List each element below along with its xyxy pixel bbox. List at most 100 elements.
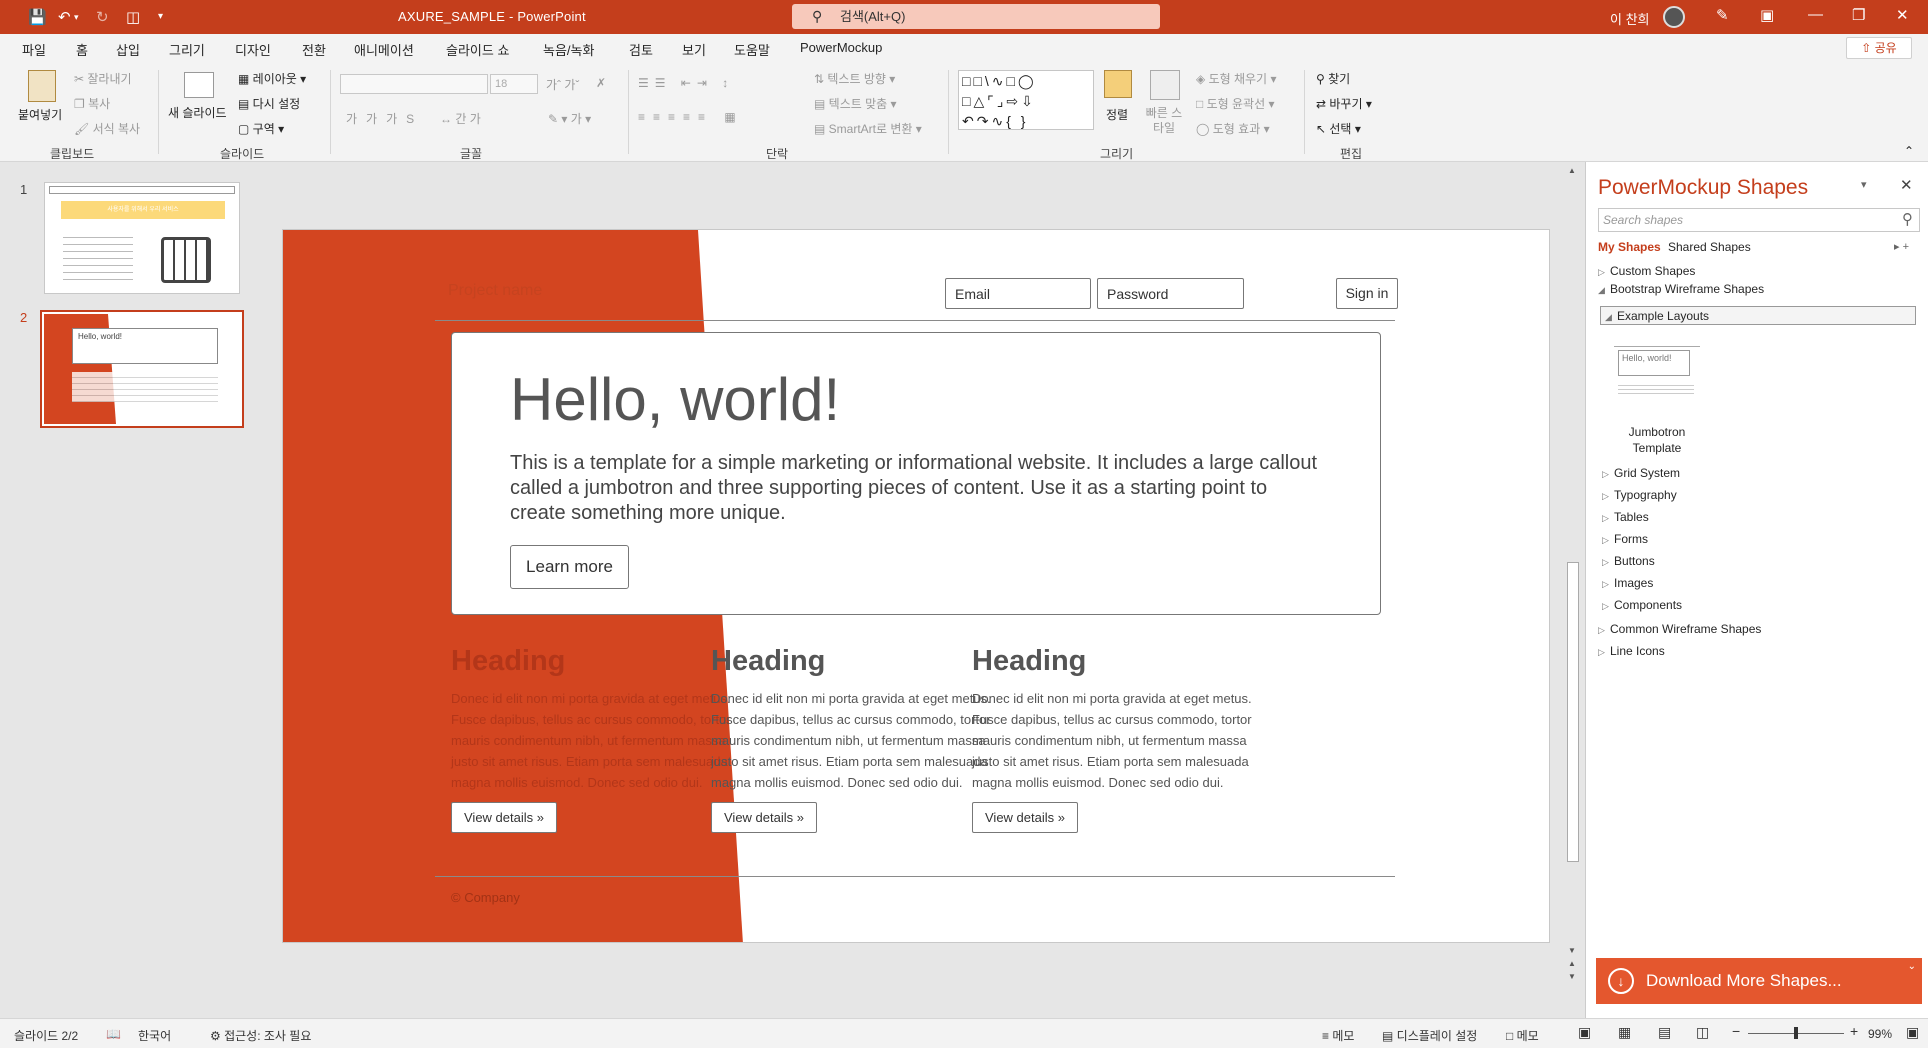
char-spacing-icon[interactable]: ↔ 간 가 [440, 110, 481, 127]
slide-sorter-icon[interactable]: ▦ [1618, 1024, 1631, 1041]
password-input[interactable]: Password [1097, 278, 1244, 309]
slideshow-view-icon[interactable]: ◫ [1696, 1024, 1709, 1041]
tab-slideshow[interactable]: 슬라이드 쇼 [446, 40, 509, 59]
slide[interactable]: Project name Email Password Sign in Hell… [282, 229, 1550, 943]
tree-typography[interactable]: ▷ Typography [1602, 488, 1677, 502]
tree-grid-system[interactable]: ▷ Grid System [1602, 466, 1680, 480]
reset-button[interactable]: ▤ 다시 설정 [238, 95, 300, 112]
quick-styles-button[interactable]: 빠른 스타일 [1144, 106, 1184, 136]
font-name-combo[interactable] [340, 74, 488, 94]
scrollbar-thumb[interactable] [1567, 562, 1579, 862]
shape-effects-button[interactable]: ◯ 도형 효과 ▾ [1196, 120, 1270, 137]
share-button[interactable]: ⇧ 공유 [1846, 37, 1912, 59]
search-box[interactable]: ⚲ 검색(Alt+Q) [792, 4, 1160, 29]
minimize-icon[interactable]: — [1808, 6, 1823, 23]
tree-tables[interactable]: ▷ Tables [1602, 510, 1649, 524]
tab-draw[interactable]: 그리기 [169, 40, 205, 59]
list-buttons[interactable]: ☰☰ ⇤⇥ ↕ [638, 76, 734, 90]
pane-close-icon[interactable]: ✕ [1900, 176, 1913, 194]
tab-view[interactable]: 보기 [682, 40, 706, 59]
tab-scroll-icon[interactable]: ▸ + [1894, 240, 1909, 253]
language[interactable]: 한국어 [138, 1027, 171, 1044]
view-details-button[interactable]: View details » [451, 802, 557, 833]
find-button[interactable]: ⚲ 찾기 [1316, 70, 1350, 87]
tab-powermockup[interactable]: PowerMockup [800, 40, 882, 55]
tree-images[interactable]: ▷ Images [1602, 576, 1653, 590]
customize-qat-icon[interactable]: ▾ [158, 11, 163, 22]
arrange-button[interactable]: 정렬 [1106, 106, 1128, 123]
jumbotron[interactable]: Hello, world! This is a template for a s… [451, 332, 1381, 615]
download-more-shapes-button[interactable]: ↓ Download More Shapes... ⌄ [1596, 958, 1922, 1004]
font-size-combo[interactable]: 18 [490, 74, 538, 94]
tree-line-icons[interactable]: ▷ Line Icons [1598, 644, 1665, 658]
zoom-slider-thumb[interactable] [1794, 1027, 1798, 1039]
slide-thumbnail-2[interactable]: Hello, world! [40, 310, 244, 428]
avatar[interactable] [1663, 6, 1685, 28]
paste-icon[interactable] [28, 70, 56, 102]
redo-icon[interactable]: ↻ [96, 8, 109, 26]
text-direction-button[interactable]: ⇅ 텍스트 방향 ▾ [814, 70, 895, 87]
copy-button[interactable]: ❐ 복사 [74, 95, 110, 112]
shapes-search-input[interactable]: Search shapes [1598, 208, 1920, 232]
tree-forms[interactable]: ▷ Forms [1602, 532, 1648, 546]
restore-icon[interactable]: ❐ [1852, 6, 1865, 24]
grow-font-icon[interactable]: 가ˆ 가ˇ [546, 76, 579, 93]
section-button[interactable]: ▢ 구역 ▾ [238, 120, 284, 137]
tab-insert[interactable]: 삽입 [116, 40, 140, 59]
display-settings-button[interactable]: ▤ 디스플레이 설정 [1382, 1027, 1477, 1044]
fit-slide-icon[interactable]: ▣ [1906, 1024, 1919, 1041]
spellcheck-icon[interactable]: 📖 [106, 1027, 121, 1041]
zoom-in-icon[interactable]: + [1850, 1023, 1858, 1039]
quick-styles-icon[interactable] [1150, 70, 1180, 100]
jumbotron-template-shape[interactable]: Hello, world! [1614, 342, 1700, 402]
content-column-3[interactable]: Heading Donec id elit non mi porta gravi… [972, 645, 1268, 833]
tab-review[interactable]: 검토 [629, 40, 653, 59]
tree-components[interactable]: ▷ Components [1602, 598, 1682, 612]
accessibility-status[interactable]: ⚙ 접근성: 조사 필요 [210, 1027, 311, 1044]
shape-outline-button[interactable]: □ 도형 윤곽선 ▾ [1196, 95, 1275, 112]
new-slide-button[interactable]: 새 슬라이드 [168, 104, 227, 121]
new-slide-icon[interactable] [184, 72, 214, 98]
replace-button[interactable]: ⇄ 바꾸기 ▾ [1316, 95, 1372, 112]
smartart-button[interactable]: ▤ SmartArt로 변환 ▾ [814, 120, 922, 137]
ribbon-display-icon[interactable]: ▣ [1760, 6, 1774, 24]
project-name[interactable]: Project name [448, 282, 542, 300]
scroll-page-icons[interactable]: ▼ ▲ ▼ [1568, 944, 1576, 983]
slide-thumbnail-1[interactable]: 사용자를 위해서 우리 서비스 [44, 182, 240, 294]
tab-record[interactable]: 녹음/녹화 [543, 40, 594, 59]
tab-shared-shapes[interactable]: Shared Shapes [1668, 240, 1751, 254]
save-icon[interactable]: 💾 [28, 8, 47, 26]
email-input[interactable]: Email [945, 278, 1091, 309]
tree-common-wireframe[interactable]: ▷ Common Wireframe Shapes [1598, 622, 1761, 636]
zoom-level[interactable]: 99% [1868, 1027, 1892, 1041]
tree-custom-shapes[interactable]: ▷ Custom Shapes [1598, 264, 1695, 278]
font-style-buttons[interactable]: 가가가S [346, 110, 423, 127]
content-column-1[interactable]: Heading Donec id elit non mi porta gravi… [451, 645, 747, 833]
tree-bootstrap[interactable]: ◢ Bootstrap Wireframe Shapes [1598, 282, 1764, 296]
select-button[interactable]: ↖ 선택 ▾ [1316, 120, 1361, 137]
undo-dropdown-icon[interactable]: ▾ [74, 12, 79, 23]
learn-more-button[interactable]: Learn more [510, 545, 629, 589]
notes-button[interactable]: ≡ 메모 [1322, 1027, 1354, 1044]
content-column-2[interactable]: Heading Donec id elit non mi porta gravi… [711, 645, 1007, 833]
layout-button[interactable]: ▦ 레이아웃 ▾ [238, 70, 306, 87]
highlight-icon[interactable]: ✎ ▾ 가 ▾ [548, 110, 591, 127]
view-details-button[interactable]: View details » [711, 802, 817, 833]
collapse-ribbon-icon[interactable]: ⌃ [1904, 144, 1914, 158]
normal-view-icon[interactable]: ▣ [1578, 1024, 1591, 1041]
undo-icon[interactable]: ↶ [58, 8, 71, 26]
tab-help[interactable]: 도움말 [734, 40, 770, 59]
shape-fill-button[interactable]: ◈ 도형 채우기 ▾ [1196, 70, 1276, 87]
arrange-icon[interactable] [1104, 70, 1132, 98]
format-painter-button[interactable]: 🖌 서식 복사 [74, 120, 140, 137]
zoom-out-icon[interactable]: − [1732, 1023, 1740, 1039]
tab-transitions[interactable]: 전환 [302, 40, 326, 59]
clear-format-icon[interactable]: ✗ [596, 76, 606, 90]
view-details-button[interactable]: View details » [972, 802, 1078, 833]
tab-my-shapes[interactable]: My Shapes [1598, 240, 1661, 254]
paste-button[interactable]: 붙여넣기 [18, 106, 62, 123]
tree-buttons[interactable]: ▷ Buttons [1602, 554, 1655, 568]
reading-view-icon[interactable]: ▤ [1658, 1024, 1671, 1041]
collapse-chevron-icon[interactable]: ⌄ [1908, 944, 1916, 990]
align-text-button[interactable]: ▤ 텍스트 맞춤 ▾ [814, 95, 897, 112]
